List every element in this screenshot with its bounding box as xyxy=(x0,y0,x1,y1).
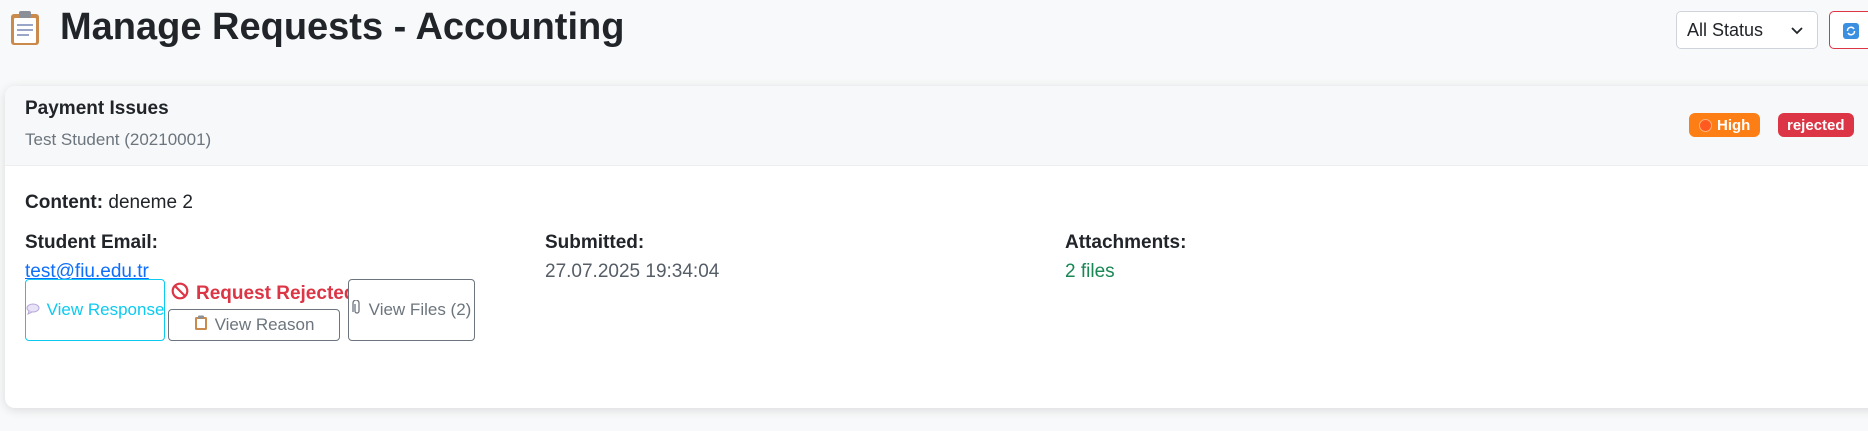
refresh-button[interactable] xyxy=(1829,11,1868,49)
view-response-label: View Response xyxy=(46,300,165,319)
content-value: deneme 2 xyxy=(108,192,193,213)
view-reason-label: View Reason xyxy=(214,315,315,334)
student-email-label: Student Email: xyxy=(25,232,159,253)
page-title-text: Manage Requests - Accounting xyxy=(60,6,625,48)
refresh-icon xyxy=(1843,23,1859,39)
request-student: Test Student (20210001) xyxy=(25,130,212,149)
attachments-label: Attachments: xyxy=(1065,232,1187,253)
request-card-header: Payment Issues Test Student (20210001) H… xyxy=(5,86,1868,166)
priority-badge: High xyxy=(1689,113,1761,137)
chevron-down-icon xyxy=(1789,22,1805,43)
status-filter-select[interactable]: All Status xyxy=(1676,11,1818,49)
priority-label: High xyxy=(1717,116,1751,134)
attachments-section: Attachments: 2 files xyxy=(1065,232,1186,283)
view-files-button[interactable]: View Files (2) xyxy=(348,279,475,341)
submitted-value: 27.07.2025 19:34:04 xyxy=(545,261,720,282)
request-rejected-text: Request Rejected xyxy=(196,283,356,304)
view-files-label: View Files (2) xyxy=(368,300,472,319)
content-label: Content: xyxy=(25,192,104,213)
request-card: Payment Issues Test Student (20210001) H… xyxy=(5,86,1868,408)
status-filter-value: All Status xyxy=(1687,19,1764,40)
orange-circle-icon xyxy=(1699,118,1712,132)
page-header: Manage Requests - Accounting All Status xyxy=(0,0,1868,70)
paperclip-icon xyxy=(352,298,362,321)
attachments-value: 2 files xyxy=(1065,261,1115,282)
clipboard-icon xyxy=(10,10,40,46)
speech-bubble-icon xyxy=(26,300,40,320)
status-badge: rejected xyxy=(1778,113,1854,137)
view-reason-button[interactable]: View Reason xyxy=(168,309,340,341)
page-title: Manage Requests - Accounting xyxy=(10,6,624,49)
submitted-section: Submitted: 27.07.2025 19:34:04 xyxy=(545,232,719,283)
prohibited-icon xyxy=(171,282,189,306)
request-rejected-status: Request Rejected xyxy=(171,282,355,306)
request-content: Content: deneme 2 xyxy=(25,192,193,214)
view-response-button[interactable]: View Response xyxy=(25,279,165,341)
student-email-section: Student Email: test@fiu.edu.tr xyxy=(25,232,158,283)
request-title: Payment Issues xyxy=(25,98,169,119)
submitted-label: Submitted: xyxy=(545,232,645,253)
clipboard-icon xyxy=(194,315,208,336)
